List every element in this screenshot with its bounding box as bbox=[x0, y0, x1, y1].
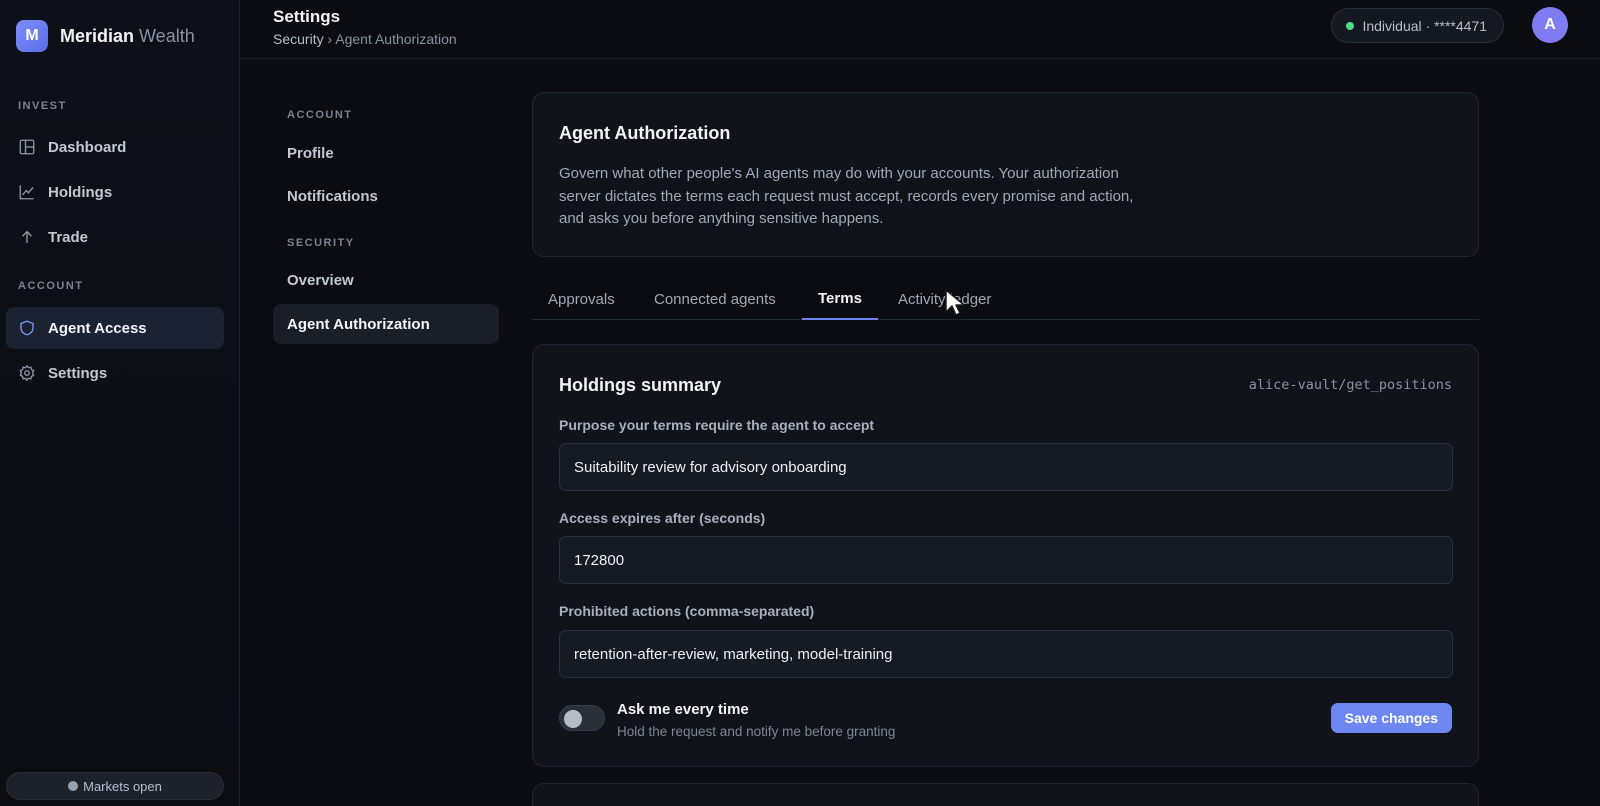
next-card bbox=[532, 783, 1479, 806]
expiry-label: Access expires after (seconds) bbox=[559, 510, 766, 526]
brand-name: Meridian bbox=[60, 25, 135, 46]
sidebar-item-label: Holdings bbox=[48, 183, 113, 201]
brand-suffix: Wealth bbox=[139, 25, 195, 46]
ask-every-time-label: Ask me every time bbox=[617, 701, 749, 718]
market-status-badge: Markets open bbox=[6, 772, 224, 800]
tab-approvals[interactable]: Approvals bbox=[532, 278, 631, 320]
account-status-icon bbox=[1346, 21, 1355, 30]
avatar[interactable]: A bbox=[1532, 7, 1568, 43]
sidebar-item-label: Agent Access bbox=[48, 319, 147, 337]
toggle-knob bbox=[564, 710, 582, 728]
terms-card: Holdings summary alice-vault/get_positio… bbox=[532, 344, 1479, 767]
breadcrumb-agent-authorization: Agent Authorization bbox=[335, 31, 457, 47]
sidebar-item-label: Settings bbox=[48, 364, 108, 382]
sidebar-item-holdings[interactable]: Holdings bbox=[6, 171, 224, 213]
sidebar-item-settings[interactable]: Settings bbox=[6, 352, 224, 394]
ask-every-time-hint: Hold the request and notify me before gr… bbox=[617, 724, 896, 739]
intro-card: Agent Authorization Govern what other pe… bbox=[532, 92, 1479, 257]
shield-icon bbox=[18, 319, 36, 337]
prohibited-label: Prohibited actions (comma-separated) bbox=[559, 603, 815, 619]
gear-icon bbox=[18, 364, 36, 382]
ask-every-time-toggle[interactable] bbox=[559, 705, 605, 731]
tab-connected-agents[interactable]: Connected agents bbox=[638, 278, 792, 320]
status-dot-icon bbox=[68, 781, 79, 791]
account-label: Individual · ****4471 bbox=[1362, 17, 1487, 34]
top-header: Settings Security › Agent Authorization … bbox=[240, 0, 1600, 59]
section-description: Govern what other people's AI agents may… bbox=[559, 165, 1134, 227]
section-title: Agent Authorization bbox=[559, 123, 731, 143]
tab-terms[interactable]: Terms bbox=[802, 278, 878, 320]
sidebar-item-dashboard[interactable]: Dashboard bbox=[6, 126, 224, 168]
sidebar-item-label: Dashboard bbox=[48, 138, 127, 156]
tool-identifier: alice-vault/get_positions bbox=[1248, 377, 1452, 393]
terms-title: Holdings summary bbox=[559, 375, 722, 395]
nav-section-invest: INVEST bbox=[18, 100, 67, 112]
brand[interactable]: M Meridian Wealth bbox=[16, 20, 195, 52]
settings-nav-agent-authorization[interactable]: Agent Authorization bbox=[273, 304, 499, 344]
sidebar: M Meridian Wealth INVEST Dashboard Holdi… bbox=[0, 0, 240, 806]
tab-bar: Approvals Connected agents Terms Activit… bbox=[532, 278, 1479, 320]
breadcrumb: Security › Agent Authorization bbox=[273, 31, 457, 47]
sidebar-item-agent-access[interactable]: Agent Access bbox=[6, 307, 224, 349]
settings-nav-notifications[interactable]: Notifications bbox=[273, 176, 499, 216]
purpose-label: Purpose your terms require the agent to … bbox=[559, 417, 875, 433]
brand-logo: M bbox=[16, 20, 48, 52]
settings-nav-overview[interactable]: Overview bbox=[273, 260, 499, 300]
market-status-text: Markets open bbox=[83, 778, 162, 794]
settings-nav-section-account: ACCOUNT bbox=[287, 109, 353, 121]
expiry-input[interactable] bbox=[559, 536, 1453, 584]
account-selector[interactable]: Individual · ****4471 bbox=[1331, 8, 1504, 43]
purpose-input[interactable] bbox=[559, 443, 1453, 491]
breadcrumb-separator: › bbox=[327, 31, 333, 47]
breadcrumb-security[interactable]: Security bbox=[273, 31, 324, 47]
page-title: Settings bbox=[273, 7, 341, 26]
prohibited-input[interactable] bbox=[559, 630, 1453, 678]
save-button[interactable]: Save changes bbox=[1330, 703, 1452, 733]
mouse-cursor-icon bbox=[945, 289, 965, 316]
arrow-up-icon bbox=[18, 228, 36, 246]
settings-nav-section-security: SECURITY bbox=[287, 237, 355, 249]
settings-nav-profile[interactable]: Profile bbox=[273, 133, 499, 173]
chart-line-icon bbox=[18, 183, 36, 201]
nav-section-account: ACCOUNT bbox=[18, 280, 84, 292]
dashboard-icon bbox=[18, 138, 36, 156]
sidebar-item-label: Trade bbox=[48, 228, 89, 246]
sidebar-item-trade[interactable]: Trade bbox=[6, 216, 224, 258]
